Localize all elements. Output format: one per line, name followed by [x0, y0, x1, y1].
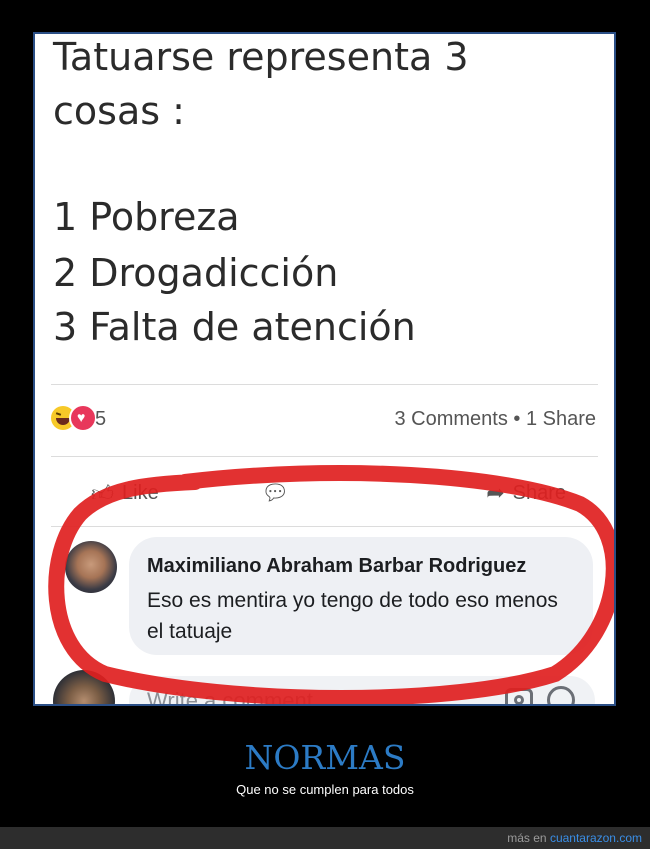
comment-bubble: Maximiliano Abraham Barbar Rodriguez Eso…: [129, 537, 593, 655]
stats-divider: [51, 456, 598, 457]
thumbs-up-icon: 👍︎: [91, 481, 114, 506]
reaction-count[interactable]: 5: [95, 408, 106, 431]
comment-input[interactable]: Write a comment: [129, 676, 595, 706]
footer-prefix: más en: [507, 831, 547, 845]
emoji-icon[interactable]: [547, 686, 575, 704]
comment-button[interactable]: 💬︎: [261, 480, 289, 506]
actions-divider: [51, 526, 598, 527]
footer-link[interactable]: cuantarazon.com: [550, 831, 642, 845]
like-label: Like: [122, 482, 159, 504]
comment-text: Eso es mentira yo tengo de todo eso meno…: [147, 589, 558, 643]
post-text-line-4: 2 Drogadicción: [53, 251, 339, 295]
share-arrow-icon: ➦: [486, 480, 505, 505]
site-footer: más en cuantarazon.com: [0, 827, 650, 849]
like-button[interactable]: 👍︎ Like: [91, 480, 159, 507]
post-divider: [51, 384, 598, 385]
comments-shares-stats[interactable]: 3 Comments • 1 Share: [394, 408, 596, 431]
heart-emoji-icon: ♥: [69, 404, 97, 432]
post-text-line-3: 1 Pobreza: [53, 195, 240, 239]
post-text-line-2: cosas :: [53, 89, 185, 133]
comment-input-placeholder: Write a comment: [147, 688, 313, 706]
share-button[interactable]: ➦ Share: [486, 480, 566, 506]
camera-icon[interactable]: [505, 688, 533, 704]
commenter-avatar[interactable]: [65, 541, 117, 593]
footer-text: más en cuantarazon.com: [507, 831, 642, 845]
comment-author-name[interactable]: Maximiliano Abraham Barbar Rodriguez: [147, 555, 526, 578]
current-user-avatar: [53, 670, 115, 704]
share-label: Share: [512, 481, 566, 504]
caption-title: NORMAS: [244, 738, 406, 777]
post-text-line-5: 3 Falta de atención: [53, 305, 416, 349]
screenshot-frame: Tatuarse representa 3 cosas : 1 Pobreza …: [33, 32, 616, 706]
caption-subtitle: Que no se cumplen para todos: [236, 782, 414, 797]
post-text-line-1: Tatuarse representa 3: [53, 35, 469, 79]
comment-bubble-icon: 💬︎: [261, 480, 289, 505]
